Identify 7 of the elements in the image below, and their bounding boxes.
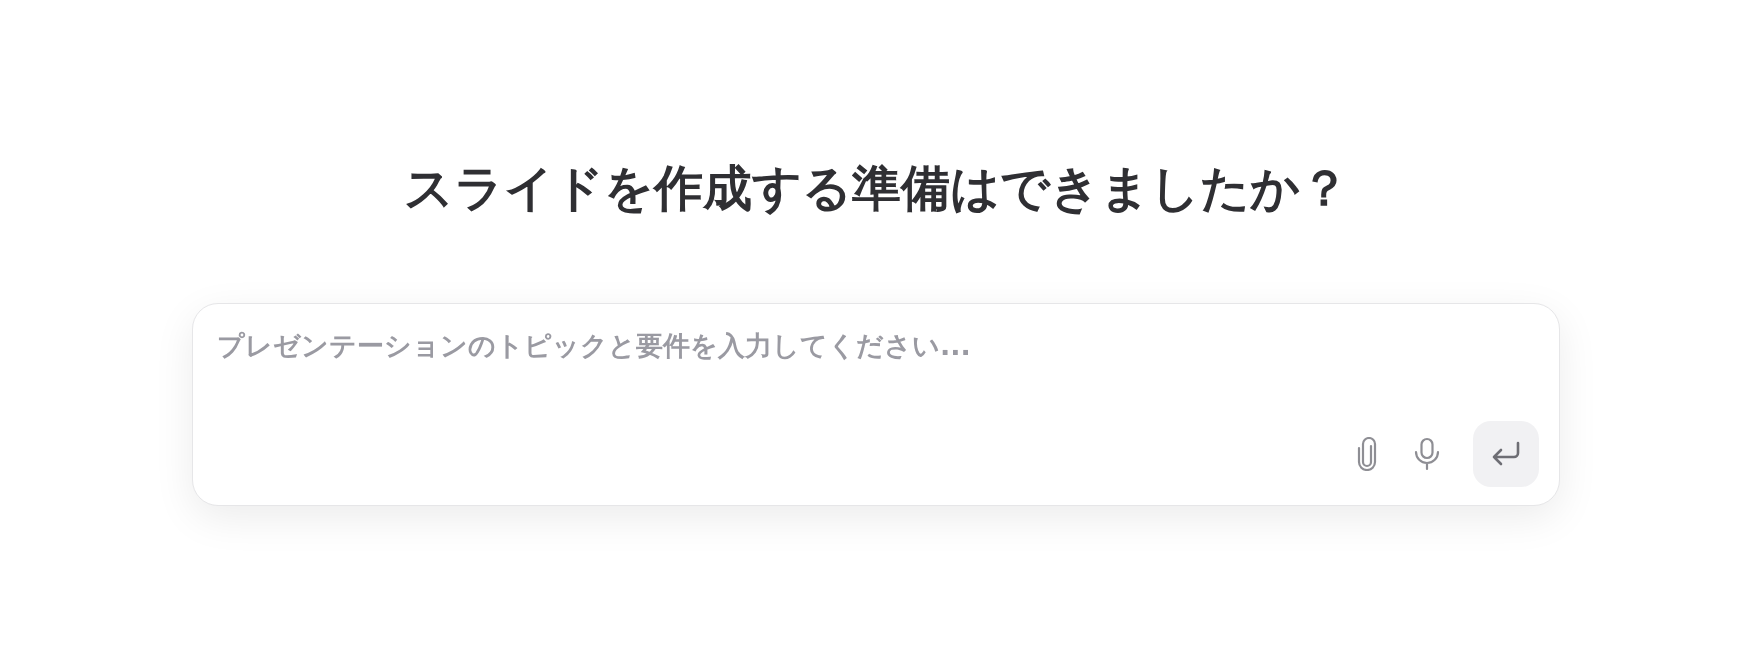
return-icon (1490, 440, 1522, 467)
send-button[interactable] (1473, 420, 1539, 487)
paperclip-icon (1356, 436, 1378, 471)
prompt-input-field[interactable]: プレゼンテーションのトピックと要件を入力してください... (217, 325, 1539, 416)
microphone-icon (1413, 436, 1441, 471)
page-heading: スライドを作成する準備はできましたか？ (403, 160, 1349, 219)
prompt-field[interactable]: プレゼンテーションのトピックと要件を入力してください... (192, 302, 1560, 506)
